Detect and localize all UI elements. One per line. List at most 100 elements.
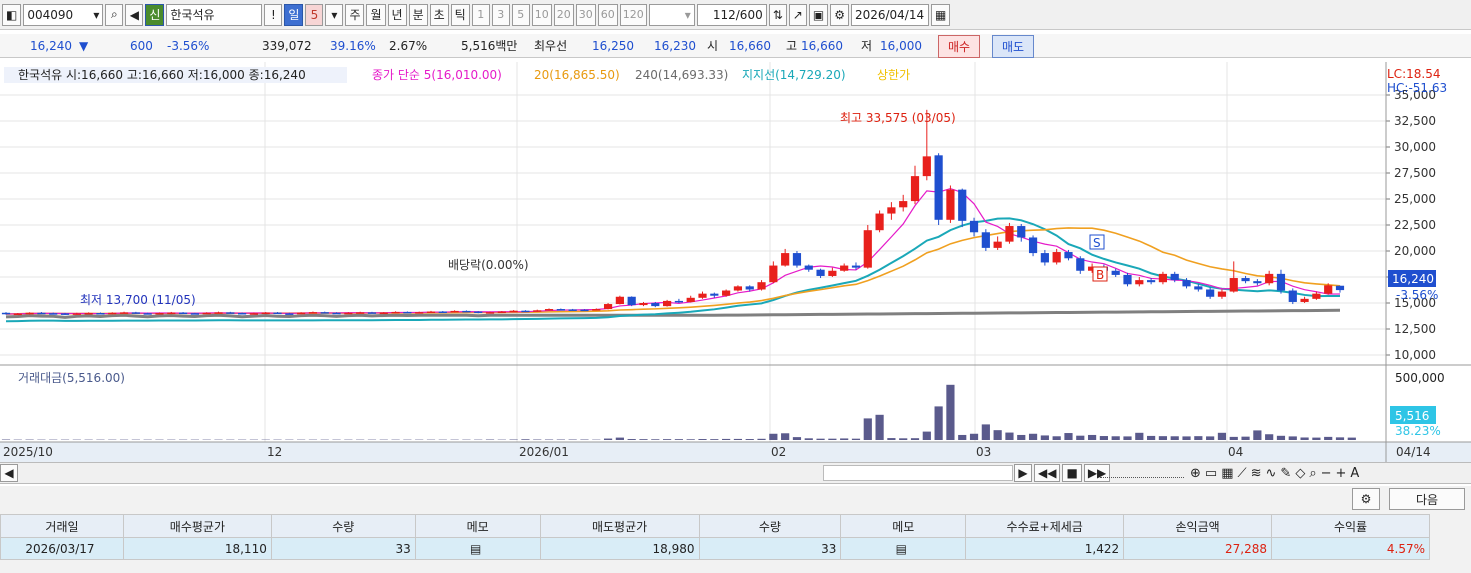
volume-bar (1040, 435, 1049, 440)
rewind-icon[interactable]: ◀◀ (1034, 464, 1061, 482)
memo-icon[interactable]: ▤ (840, 537, 967, 560)
period-week-button[interactable]: 주 (345, 3, 365, 26)
shape-icon[interactable]: ◇ (1295, 466, 1305, 481)
chart-area[interactable]: 한국석유 시:16,660 고:16,660 저:16,000 종:16,240… (0, 62, 1471, 462)
buy-button[interactable]: 매수 (938, 35, 981, 58)
scroll-left-icon[interactable]: ◀ (0, 464, 18, 482)
candle-chart[interactable]: 한국석유 시:16,660 고:16,660 저:16,000 종:16,240… (0, 62, 1471, 462)
date-input[interactable]: 2026/04/14 (850, 3, 929, 26)
date-label-oct: 2025/10 (3, 445, 53, 459)
crosshair-icon[interactable]: ⊕ (1190, 466, 1201, 481)
candle-body (568, 309, 577, 311)
alert-button[interactable]: ! (264, 3, 283, 26)
gear-icon[interactable]: ⚙ (830, 3, 849, 26)
zoom-out-icon[interactable]: − (1321, 466, 1332, 481)
volume-bar (1099, 436, 1108, 440)
stock-name-field[interactable]: 한국석유 (166, 3, 263, 26)
candle-body (1182, 280, 1191, 287)
interval-30-button[interactable]: 30 (575, 3, 596, 26)
volume-bar (603, 438, 613, 440)
credit-badge: 신 (145, 3, 165, 26)
candle-count-input[interactable]: 112/600 (696, 3, 767, 26)
candle-body (1312, 293, 1321, 299)
font-icon[interactable]: A (1350, 466, 1359, 481)
search-icon[interactable]: ⌕ (105, 3, 124, 26)
compare-icon[interactable]: ⇅ (768, 3, 787, 26)
volume-bar (1265, 434, 1274, 440)
volume-bar (922, 431, 931, 440)
magnifier-icon[interactable]: ⌕ (1309, 466, 1316, 481)
volume-bar (946, 384, 955, 440)
cell-buy-qty: 33 (270, 537, 416, 560)
period-year-button[interactable]: 년 (387, 3, 407, 26)
play-icon[interactable]: ▶ (1014, 464, 1032, 482)
candle-body (238, 312, 247, 315)
chevron-down-icon[interactable]: ▾ (93, 8, 99, 22)
scroll-thumb[interactable] (823, 465, 1013, 481)
period-month-button[interactable]: 월 (366, 3, 386, 26)
trend-line-icon[interactable]: ⟋ (1238, 466, 1247, 481)
interval-120-button[interactable]: 120 (619, 3, 647, 26)
period-minute-button[interactable]: 분 (408, 3, 428, 26)
window-icon[interactable]: ▭ (1205, 466, 1217, 481)
date-label-feb: 02 (771, 445, 786, 459)
window-menu-icon[interactable]: ◧ (2, 3, 22, 26)
price-tick-label: 32,500 (1394, 114, 1436, 128)
interval-60-button[interactable]: 60 (597, 3, 618, 26)
col-profit: 손익금액 (1123, 514, 1273, 538)
interval-5-button[interactable]: 5 (511, 3, 530, 26)
next-button[interactable]: 다음 (1389, 488, 1465, 510)
wave-icon[interactable]: ∿ (1266, 466, 1277, 481)
stock-code-value: 004090 (27, 7, 74, 22)
period-number-select[interactable]: 5 (305, 3, 324, 26)
save-icon[interactable]: ▣ (808, 3, 829, 26)
pen-icon[interactable]: ✎ (1280, 466, 1291, 481)
current-price: 16,240 (30, 38, 72, 53)
interval-20-button[interactable]: 20 (553, 3, 574, 26)
candle-body (1241, 278, 1250, 282)
zoom-in-icon[interactable]: + (1336, 466, 1347, 481)
candle-body (1170, 273, 1179, 281)
high-price: 16,660 (801, 38, 843, 53)
candle-body (816, 269, 825, 276)
date-label-current: 04/14 (1396, 445, 1431, 459)
zoom-slider[interactable] (1100, 468, 1184, 478)
volume-bar (745, 439, 754, 440)
table-row[interactable]: 2026/03/17 18,110 33 ▤ 18,980 33 ▤ 1,422… (0, 537, 1430, 560)
candle-body (828, 270, 837, 276)
sell-button[interactable]: 매도 (992, 35, 1035, 58)
candle-body (851, 265, 861, 268)
period-dropdown-icon[interactable]: ▾ (325, 3, 344, 26)
candle-body (297, 312, 306, 315)
interval-custom-dropdown[interactable]: ▾ (648, 3, 695, 26)
period-second-button[interactable]: 초 (429, 3, 449, 26)
memo-icon[interactable]: ▤ (414, 537, 541, 560)
calendar-icon[interactable]: ▦ (930, 3, 951, 26)
period-day-button[interactable]: 일 (284, 3, 304, 26)
cell-buy-avg: 18,110 (122, 537, 272, 560)
interval-10-button[interactable]: 10 (531, 3, 552, 26)
speaker-icon[interactable]: ◀ (125, 3, 144, 26)
date-label-jan: 2026/01 (519, 445, 569, 459)
volume-bar (958, 434, 967, 440)
candle-body (273, 312, 282, 315)
candle-body (1040, 253, 1049, 263)
settings-gear-icon[interactable]: ⚙ (1352, 488, 1380, 510)
period-tick-button[interactable]: 틱 (450, 3, 470, 26)
candle-body (1158, 273, 1168, 283)
candle-body (1265, 273, 1274, 284)
stop-icon[interactable]: ■ (1062, 464, 1082, 482)
interval-1-button[interactable]: 1 (471, 3, 490, 26)
candle-body (202, 312, 211, 315)
candle-body (119, 312, 129, 314)
volume-bar (615, 437, 624, 440)
fibonacci-icon[interactable]: ≋ (1251, 466, 1262, 481)
cell-fees: 1,422 (965, 537, 1125, 560)
stock-code-input[interactable]: 004090 ▾ (23, 3, 104, 26)
grid-icon[interactable]: ▦ (1221, 466, 1233, 481)
candle-body (167, 312, 176, 315)
candle-body (72, 313, 81, 315)
indicator-icon[interactable]: ↗ (788, 3, 807, 26)
volume-bar (651, 439, 660, 440)
interval-3-button[interactable]: 3 (491, 3, 510, 26)
